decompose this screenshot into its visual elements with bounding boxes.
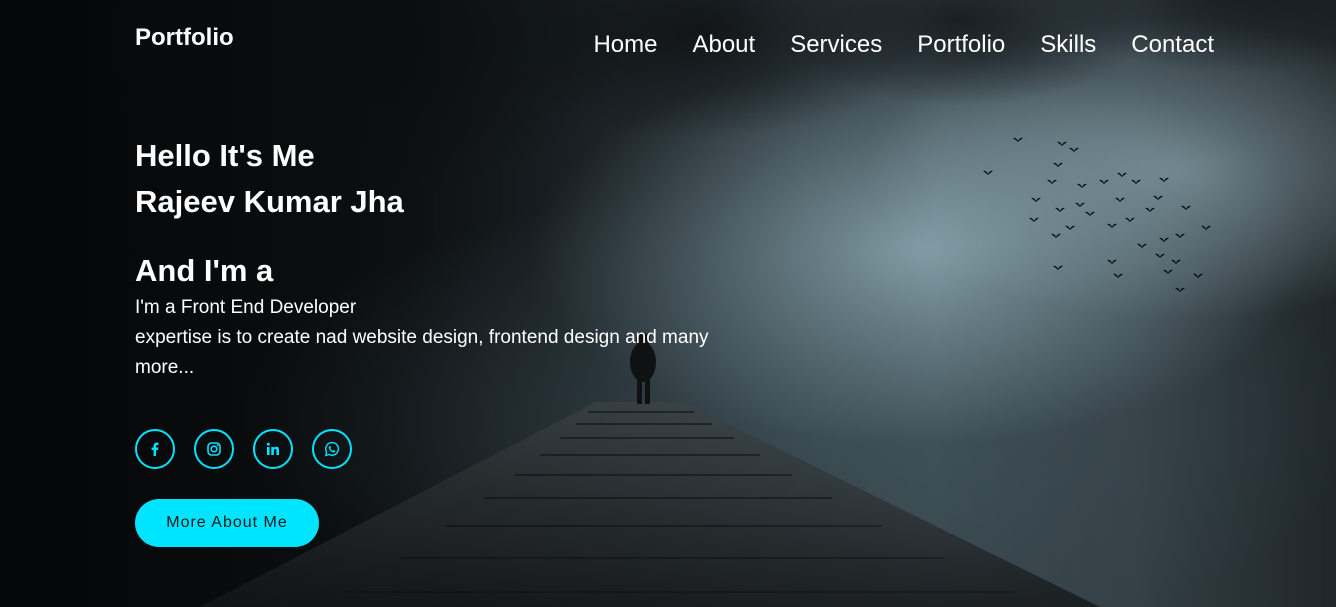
facebook-link[interactable] [135, 429, 175, 469]
instagram-icon [207, 442, 221, 456]
hero-greeting: Hello It's Me [135, 138, 315, 173]
hero-name: Rajeev Kumar Jha [135, 184, 404, 219]
hero-description: I'm a Front End Developer expertise is t… [135, 293, 715, 383]
hero-content: Hello It's Me Rajeev Kumar Jha And I'm a… [135, 133, 715, 383]
whatsapp-link[interactable] [312, 429, 352, 469]
facebook-icon [151, 442, 159, 456]
instagram-link[interactable] [194, 429, 234, 469]
hero-role: I'm a Front End Developer [135, 297, 357, 318]
more-about-me-button[interactable]: More About Me [135, 499, 319, 547]
linkedin-icon [266, 442, 279, 455]
nav-services[interactable]: Services [790, 31, 882, 59]
whatsapp-icon [324, 441, 340, 457]
nav-home[interactable]: Home [593, 31, 657, 59]
main-nav: Home About Services Portfolio Skills Con… [593, 31, 1214, 59]
nav-contact[interactable]: Contact [1131, 31, 1214, 59]
linkedin-link[interactable] [253, 429, 293, 469]
site-logo[interactable]: Portfolio [135, 24, 234, 52]
nav-portfolio[interactable]: Portfolio [917, 31, 1005, 59]
nav-about[interactable]: About [692, 31, 755, 59]
hero-description-text: expertise is to create nad website desig… [135, 327, 709, 378]
hero-role-prefix: And I'm a [135, 253, 274, 288]
social-links [135, 429, 352, 469]
nav-skills[interactable]: Skills [1040, 31, 1096, 59]
